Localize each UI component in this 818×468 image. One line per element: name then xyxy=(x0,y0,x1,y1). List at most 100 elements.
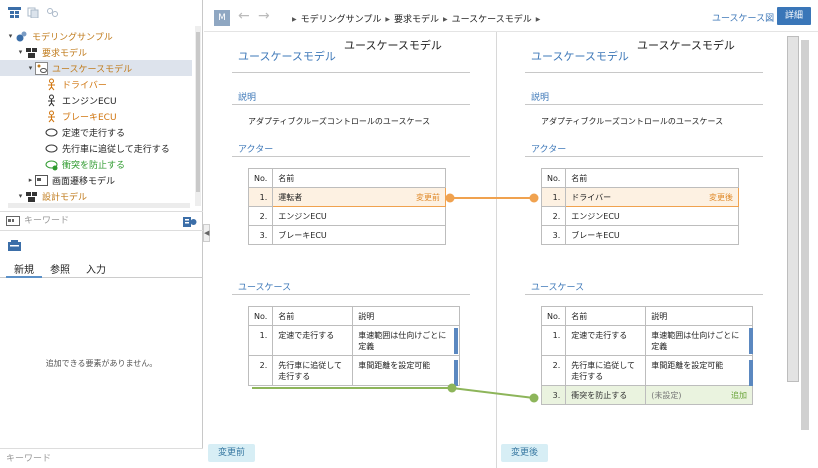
col-header-name: 名前 xyxy=(565,168,739,188)
table-row[interactable]: 3. ブレーキECU xyxy=(247,225,446,245)
table-row[interactable]: 2. エンジンECU xyxy=(540,206,739,226)
change-tag: 変更前 xyxy=(416,192,440,202)
description-heading: 説明 xyxy=(531,93,550,103)
usecase-diagram-link[interactable]: ユースケース図 xyxy=(712,11,774,24)
actor-icon xyxy=(45,94,58,107)
tab-new[interactable]: 新規 xyxy=(6,258,42,278)
tree-horizontal-scrollbar[interactable] xyxy=(8,203,190,208)
actor-table: No. 名前 1. 運転者 変更前 2. エンジンECU 3. ブレーキECU xyxy=(247,168,446,245)
row-number: 3. xyxy=(540,225,567,245)
panel-after: ユースケースモデル ユースケースモデル 説明 アダプティブクルーズコントロールの… xyxy=(496,32,786,468)
overview-scrollbar[interactable] xyxy=(801,40,809,430)
copy-icon[interactable] xyxy=(27,7,40,18)
col-header-no: No. xyxy=(247,168,274,188)
top-bar: M ← → ▶ モデリングサンプル ▶ 要求モデル ▶ ユースケースモデル ▶ ユースケース… xyxy=(204,0,818,32)
actor-name: ドライバー xyxy=(571,192,612,202)
tree-item[interactable]: 定速で走行する xyxy=(0,124,192,140)
tree-item[interactable]: エンジンECU xyxy=(0,92,192,108)
table-row[interactable]: 3. ブレーキECU xyxy=(540,225,739,245)
link-icon[interactable] xyxy=(46,7,59,18)
table-row[interactable]: 2. エンジンECU xyxy=(247,206,446,226)
table-row[interactable]: 1. 定速で走行する 車速範囲は仕向けごとに定義 xyxy=(247,325,460,356)
row-number: 2. xyxy=(540,206,567,226)
row-number: 2. xyxy=(247,206,274,226)
divider xyxy=(232,294,470,295)
breadcrumb-item[interactable]: モデリングサンプル xyxy=(301,15,382,25)
description-text: アダプティブクルーズコントロールのユースケース xyxy=(248,117,431,126)
usecase-name: 先行車に追従して走行する xyxy=(565,355,647,386)
table-row[interactable]: 1. 運転者 変更前 xyxy=(247,187,446,207)
collapse-icon[interactable]: ▾ xyxy=(26,64,35,72)
detail-button[interactable]: 詳細 xyxy=(777,7,811,25)
description-text: アダプティブクルーズコントロールのユースケース xyxy=(541,117,724,126)
row-number: 3. xyxy=(247,225,274,245)
tree-view-icon[interactable] xyxy=(8,6,21,18)
breadcrumb-separator-icon: ▶ xyxy=(535,16,541,23)
usecase-name: 先行車に追従して走行する xyxy=(272,355,354,386)
collapse-icon[interactable]: ▾ xyxy=(6,32,15,40)
usecase-icon xyxy=(45,142,58,155)
usecase-icon xyxy=(45,126,58,139)
usecase-name: 定速で走行する xyxy=(565,325,647,356)
filter-settings-icon[interactable] xyxy=(183,216,197,228)
tree-scrollbar[interactable] xyxy=(195,26,201,206)
collapse-icon[interactable]: ▾ xyxy=(16,48,25,56)
usecase-added-icon xyxy=(45,158,58,171)
tree-item[interactable]: ▸ 画面遷移モデル xyxy=(0,172,192,188)
element-type-label: ユースケースモデル xyxy=(531,50,629,63)
tree-item[interactable]: ドライバー xyxy=(0,76,192,92)
description-heading: 説明 xyxy=(238,93,257,103)
tab-reference[interactable]: 参照 xyxy=(42,258,78,278)
compare-scrollbar[interactable] xyxy=(787,36,799,382)
empty-message: 追加できる要素がありません。 xyxy=(45,359,158,368)
compare-view: M ← → ▶ モデリングサンプル ▶ 要求モデル ▶ ユースケースモデル ▶ ユースケース… xyxy=(204,0,818,468)
row-number: 1. xyxy=(540,187,567,207)
expand-icon[interactable]: ▸ xyxy=(26,176,35,184)
tree-item-label: ユースケースモデル xyxy=(52,64,133,75)
table-row[interactable]: 1. 定速で走行する 車速範囲は仕向けごとに定義 xyxy=(540,325,753,356)
tree-item[interactable]: ▾ 設計モデル xyxy=(0,188,192,204)
model-badge: M xyxy=(214,10,230,26)
breadcrumb-separator-icon: ▶ xyxy=(443,16,448,23)
tree-item[interactable]: 先行車に追従して走行する xyxy=(0,140,192,156)
usecase-table: No. 名前 説明 1. 定速で走行する 車速範囲は仕向けごとに定義 2. 先行… xyxy=(540,306,753,405)
collapse-icon[interactable]: ▾ xyxy=(16,192,25,200)
row-marker xyxy=(454,360,458,386)
table-row-added[interactable]: 3. 衝突を防止する (未設定) 追加 xyxy=(540,385,753,405)
tree-item[interactable]: 衝突を防止する xyxy=(0,156,192,172)
breadcrumb-separator-icon: ▶ xyxy=(385,16,390,23)
element-name: ユースケースモデル xyxy=(637,39,735,52)
tree-item[interactable]: ▾ 要求モデル xyxy=(0,44,192,60)
after-label-button[interactable]: 変更後 xyxy=(501,444,549,462)
forward-arrow-icon[interactable]: → xyxy=(258,8,270,24)
property-keyword-input[interactable] xyxy=(0,448,203,468)
tree-item-label: 衝突を防止する xyxy=(62,160,126,171)
breadcrumb: ▶ モデリングサンプル ▶ 要求モデル ▶ ユースケースモデル ▶ xyxy=(288,12,544,25)
divider xyxy=(525,156,763,157)
tree-item-label: 要求モデル xyxy=(42,48,88,59)
usecase-model-icon xyxy=(35,61,48,75)
tree-item[interactable]: ブレーキECU xyxy=(0,108,192,124)
table-row[interactable]: 2. 先行車に追従して走行する 車間距離を設定可能 xyxy=(247,355,460,386)
screen-model-icon xyxy=(35,174,48,187)
usecase-description: 車速範囲は仕向けごとに定義 xyxy=(645,325,753,356)
tab-input[interactable]: 入力 xyxy=(78,258,114,278)
breadcrumb-item[interactable]: 要求モデル xyxy=(394,15,439,25)
col-header-no: No. xyxy=(540,306,567,326)
tree-item[interactable]: ▾ モデリングサンプル xyxy=(0,28,192,44)
actor-name: エンジンECU xyxy=(272,206,446,226)
property-tabs: 新規 参照 入力 xyxy=(0,258,203,278)
tree-keyword-input[interactable] xyxy=(24,216,164,226)
back-arrow-icon[interactable]: ← xyxy=(238,8,250,24)
table-row[interactable]: 1. ドライバー 変更後 xyxy=(540,187,739,207)
tree-item[interactable]: ▾ ユースケースモデル xyxy=(0,60,192,76)
row-marker xyxy=(749,360,753,386)
actor-icon xyxy=(45,78,58,91)
col-header-name: 名前 xyxy=(272,306,354,326)
project-icon xyxy=(15,30,28,43)
actor-name: ブレーキECU xyxy=(565,225,739,245)
table-row[interactable]: 2. 先行車に追従して走行する 車間距離を設定可能 xyxy=(540,355,753,386)
breadcrumb-item[interactable]: ユースケースモデル xyxy=(452,15,532,25)
before-label-button[interactable]: 変更前 xyxy=(208,444,256,462)
row-number: 2. xyxy=(540,355,567,386)
